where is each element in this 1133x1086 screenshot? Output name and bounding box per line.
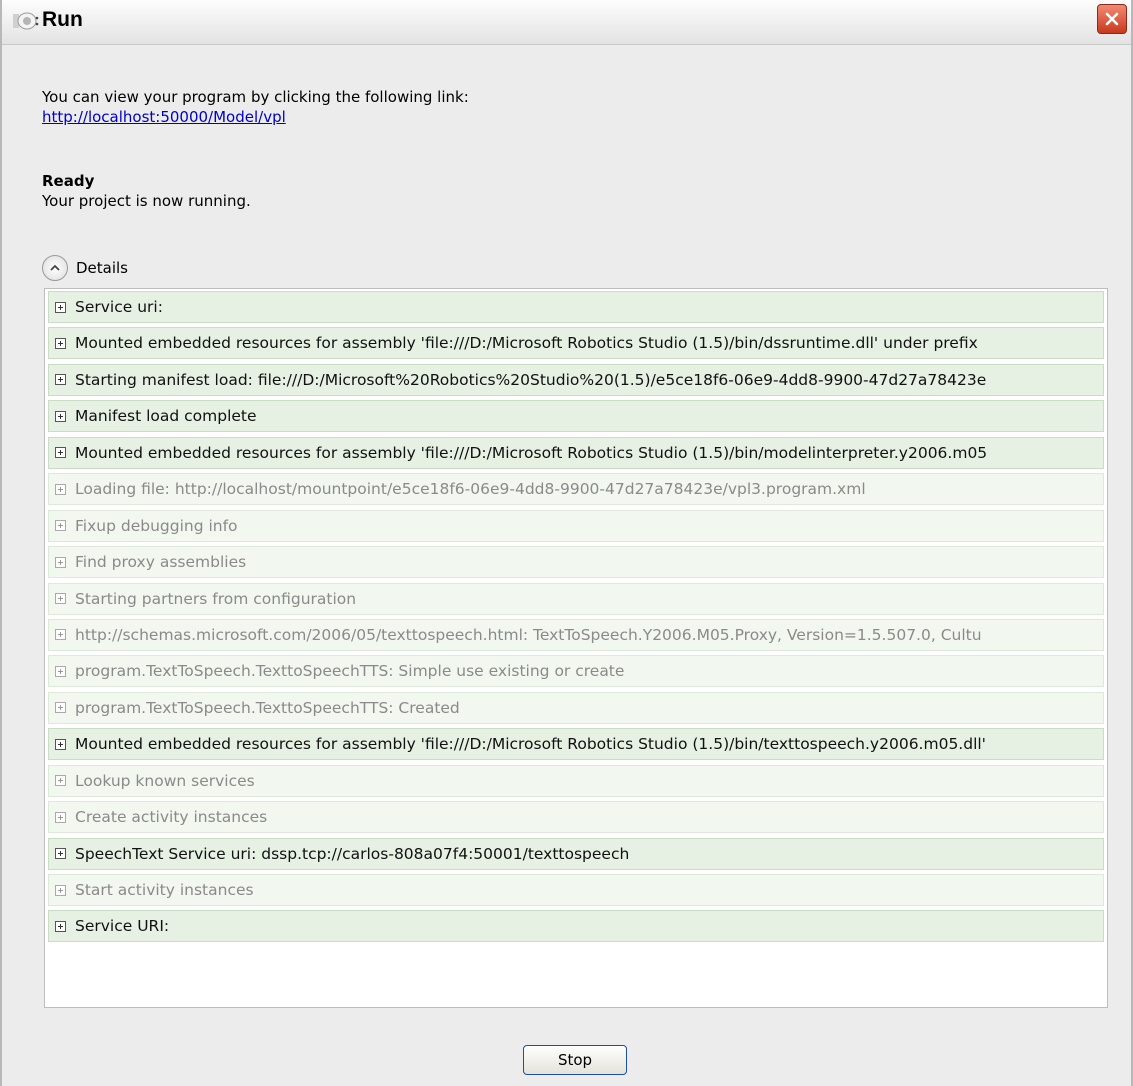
expand-plus-icon[interactable] xyxy=(55,738,66,750)
expand-plus-icon[interactable] xyxy=(55,593,66,604)
log-entry[interactable]: program.TextToSpeech.TexttoSpeechTTS: Si… xyxy=(48,655,1104,688)
log-entry[interactable]: Create activity instances xyxy=(48,801,1104,834)
stop-button[interactable]: Stop xyxy=(523,1045,627,1075)
log-entry-text: Service URI: xyxy=(75,917,170,936)
expand-plus-icon[interactable] xyxy=(55,629,66,641)
expand-plus-icon[interactable] xyxy=(55,374,66,386)
details-log[interactable]: Service uri: Mounted embedded resources f… xyxy=(44,288,1108,1008)
log-entry[interactable]: Start activity instances xyxy=(48,874,1104,906)
log-entry[interactable]: http://schemas.microsoft.com/2006/05/tex… xyxy=(48,618,1104,651)
log-entry-text: Start activity instances xyxy=(75,881,254,899)
expand-plus-icon[interactable] xyxy=(55,301,66,313)
log-list: Service uri: Mounted embedded resources f… xyxy=(48,291,1104,947)
details-label: Details xyxy=(76,259,129,277)
log-entry-text: program.TextToSpeech.TexttoSpeechTTS: Si… xyxy=(75,662,625,681)
close-icon xyxy=(1105,12,1119,26)
log-entry[interactable]: Find proxy assemblies xyxy=(48,546,1104,579)
log-entry-text: Mounted embedded resources for assembly … xyxy=(75,735,986,754)
title-bar[interactable]: Run xyxy=(2,0,1131,45)
log-entry-text: SpeechText Service uri: dssp.tcp://carlo… xyxy=(75,844,630,863)
log-entry[interactable]: Lookup known services xyxy=(48,764,1104,797)
expand-plus-icon[interactable] xyxy=(55,483,66,495)
log-entry[interactable]: Mounted embedded resources for assembly … xyxy=(48,436,1104,469)
log-entry-text: Starting partners from configuration xyxy=(75,589,357,608)
log-entry[interactable]: Service URI: xyxy=(48,910,1104,943)
log-entry[interactable]: Fixup debugging info xyxy=(48,509,1104,542)
expand-plus-icon[interactable] xyxy=(55,702,66,714)
log-entry-text: Find proxy assemblies xyxy=(75,553,247,572)
log-entry[interactable]: Loading file: http://localhost/mountpoin… xyxy=(48,473,1104,506)
expand-plus-icon[interactable] xyxy=(55,775,66,787)
log-entry[interactable]: Mounted embedded resources for assembly … xyxy=(48,728,1104,761)
link-intro-text: You can view your program by clicking th… xyxy=(42,88,469,106)
log-entry-text: Mounted embedded resources for assembly … xyxy=(75,443,988,462)
log-entry[interactable]: program.TextToSpeech.TexttoSpeechTTS: Cr… xyxy=(48,691,1104,724)
log-entry-text: Manifest load complete xyxy=(75,407,257,426)
log-entry-text: Lookup known services xyxy=(75,771,255,790)
log-entry[interactable]: SpeechText Service uri: dssp.tcp://carlo… xyxy=(48,837,1104,870)
expand-plus-icon[interactable] xyxy=(55,410,66,422)
details-toggle[interactable]: Details xyxy=(42,255,128,281)
expand-plus-icon[interactable] xyxy=(55,665,66,677)
log-entry-text: Mounted embedded resources for assembly … xyxy=(75,334,978,353)
log-entry-text: program.TextToSpeech.TexttoSpeechTTS: Cr… xyxy=(75,698,460,717)
expand-plus-icon[interactable] xyxy=(55,884,66,896)
status-message: Your project is now running. xyxy=(42,192,251,210)
window-title: Run xyxy=(42,8,83,31)
close-button[interactable] xyxy=(1097,4,1127,34)
program-link[interactable]: http://localhost:50000/Model/vpl xyxy=(42,108,286,126)
expand-plus-icon[interactable] xyxy=(55,811,66,823)
expand-plus-icon[interactable] xyxy=(55,556,66,568)
status-title: Ready xyxy=(42,172,95,190)
log-entry[interactable]: Starting partners from configuration xyxy=(48,582,1104,615)
log-entry-text: Create activity instances xyxy=(75,808,268,827)
log-entry-text: Loading file: http://localhost/mountpoin… xyxy=(75,480,866,499)
dialog-content: You can view your program by clicking th… xyxy=(2,45,1131,1086)
expand-plus-icon[interactable] xyxy=(55,520,66,532)
run-dialog: Run You can view your program by clickin… xyxy=(0,0,1133,1086)
log-entry-text: Starting manifest load: file:///D:/Micro… xyxy=(75,370,987,389)
chevron-up-icon xyxy=(42,255,68,281)
log-entry-text: http://schemas.microsoft.com/2006/05/tex… xyxy=(75,625,982,644)
app-icon xyxy=(13,12,39,30)
log-entry[interactable]: Manifest load complete xyxy=(48,400,1104,433)
expand-plus-icon[interactable] xyxy=(55,447,66,459)
log-entry-text: Fixup debugging info xyxy=(75,516,238,535)
expand-plus-icon[interactable] xyxy=(55,848,66,860)
log-entry-text: Service uri: xyxy=(75,298,163,316)
log-entry[interactable]: Service uri: xyxy=(48,291,1104,323)
expand-plus-icon[interactable] xyxy=(55,337,66,349)
log-entry[interactable]: Mounted embedded resources for assembly … xyxy=(48,327,1104,360)
expand-plus-icon[interactable] xyxy=(55,920,66,932)
log-entry[interactable]: Starting manifest load: file:///D:/Micro… xyxy=(48,363,1104,396)
